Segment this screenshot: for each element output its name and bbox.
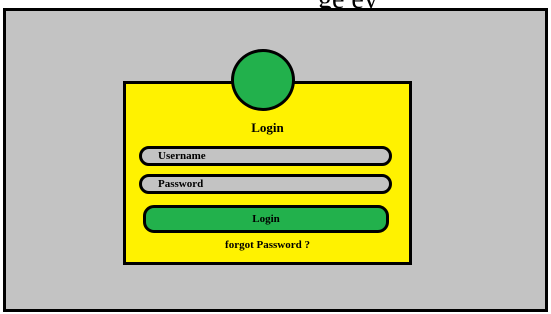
- avatar-icon: [231, 49, 295, 111]
- login-button[interactable]: Login: [143, 205, 389, 233]
- password-field[interactable]: Password: [139, 174, 392, 194]
- login-title: Login: [251, 120, 284, 135]
- forgot-password-link[interactable]: forgot Password ?: [123, 238, 412, 252]
- username-field[interactable]: Username: [139, 146, 392, 166]
- page: ge ey Login Username Password Login forg…: [0, 0, 551, 314]
